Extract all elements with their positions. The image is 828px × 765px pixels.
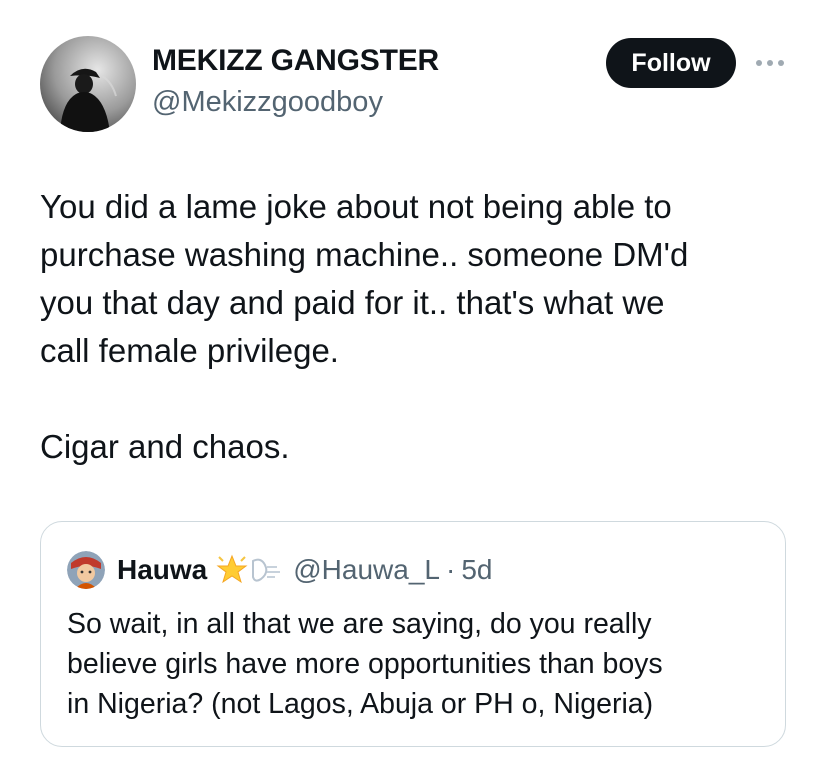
author-handle[interactable]: @Mekizzgoodboy — [152, 86, 383, 119]
wind-face-icon — [252, 558, 281, 582]
follow-button[interactable]: Follow — [606, 38, 736, 88]
glowing-star-icon — [216, 554, 248, 584]
more-options-button[interactable] — [752, 48, 788, 78]
tweet-text-line: purchase washing machine.. someone DM'd — [40, 236, 689, 273]
quoted-author-name[interactable]: Hauwa — [117, 554, 207, 586]
tweet-text-line: you that day and paid for it.. that's wh… — [40, 284, 665, 321]
cartoon-avatar-icon — [67, 551, 105, 589]
tweet-header: MEKIZZ GANGSTER @Mekizzgoodboy Follow — [40, 34, 800, 134]
quoted-text-line: So wait, in all that we are saying, do y… — [67, 608, 652, 640]
quoted-name-emojis — [215, 553, 283, 587]
quoted-author-handle[interactable]: @Hauwa_L — [293, 554, 440, 586]
quoted-timestamp[interactable]: 5d — [461, 554, 492, 586]
quoted-text-line: in Nigeria? (not Lagos, Abuja or PH o, N… — [67, 688, 654, 720]
silhouette-avatar-icon — [40, 36, 136, 132]
tweet-text-line: Cigar and chaos. — [40, 428, 290, 465]
separator-dot: · — [445, 554, 456, 585]
author-display-name[interactable]: MEKIZZ GANGSTER — [152, 44, 439, 78]
quoted-text-line: believe girls have more opportunities th… — [67, 648, 663, 680]
author-avatar[interactable] — [40, 36, 136, 132]
tweet-body: You did a lame joke about not being able… — [40, 183, 800, 471]
ellipsis-icon — [756, 60, 784, 66]
tweet-text-line: You did a lame joke about not being able… — [40, 188, 672, 225]
tweet-text-line: call female privilege. — [40, 332, 339, 369]
quoted-tweet-text: So wait, in all that we are saying, do y… — [67, 604, 767, 724]
quoted-tweet-card[interactable]: Hauwa @Hauwa_L · 5d So wait, in all that… — [40, 521, 786, 747]
quoted-tweet-header: Hauwa @Hauwa_L · 5d — [67, 550, 492, 590]
quoted-author-avatar[interactable] — [67, 551, 105, 589]
